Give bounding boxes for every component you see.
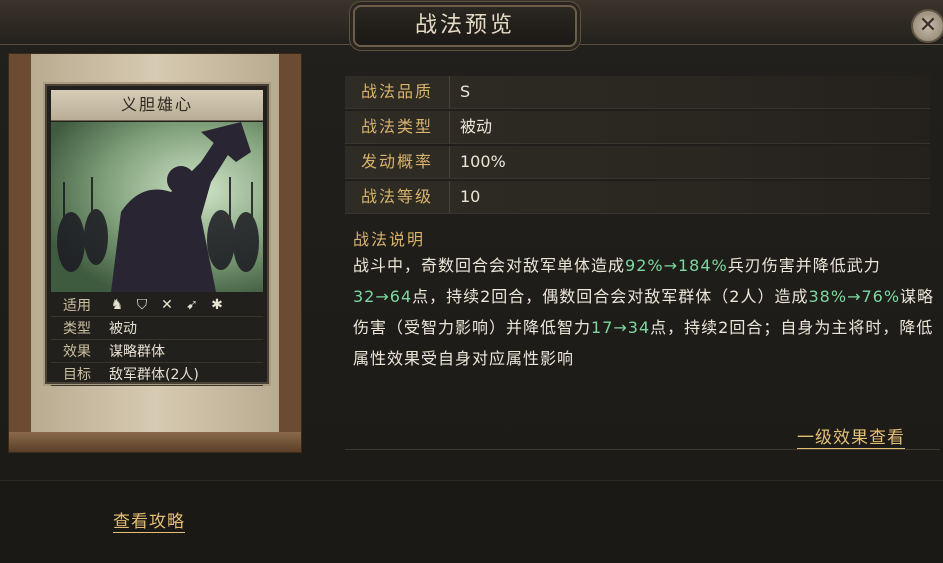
effect-row: 效果 谋略群体 (51, 340, 263, 363)
target-row: 目标 敌军群体(2人) (51, 363, 263, 386)
skill-type-row: 战法类型 被动 (345, 111, 930, 144)
desc-highlight: 38%→76% (808, 287, 901, 306)
skill-type-value: 被动 (460, 117, 493, 136)
trigger-rate-value: 100% (460, 152, 506, 171)
target-label: 目标 (63, 367, 91, 383)
skill-type-label: 战法类型 (345, 111, 450, 143)
view-guide-link[interactable]: 查看攻略 (113, 507, 185, 533)
bow-icon: ✕ (161, 297, 173, 313)
skill-card: 义胆雄心 适用 ♞ ⛉ ✕ ➹ ✱ 类型 被动 效果 谋略群体 目标 敌军群体(… (45, 84, 269, 386)
target-value: 敌军群体(2人) (109, 367, 199, 383)
skill-level-value: 10 (460, 187, 481, 206)
trigger-rate-row: 发动概率 100% (345, 146, 930, 179)
type-value: 被动 (109, 321, 137, 337)
level1-effect-link[interactable]: 一级效果查看 (797, 423, 905, 449)
siege-wheel-icon: ✱ (211, 297, 223, 313)
desc-highlight: 17→34 (591, 318, 651, 337)
divider (345, 449, 940, 450)
desc-part: 点，持续2回合，偶数回合会对敌军群体（2人）造成 (412, 287, 809, 306)
quality-row: 战法品质 S (345, 76, 930, 109)
title-bar: 战法预览 ✕ (0, 0, 943, 47)
skill-preview-screen: 战法预览 ✕ 义胆雄心 适用 ♞ ⛉ ✕ ➹ ✱ 类型 被动 效果 谋略群体 目… (0, 0, 943, 563)
skill-level-label: 战法等级 (345, 181, 450, 213)
applicable-label: 适用 (63, 298, 91, 314)
skill-card-rows: 适用 ♞ ⛉ ✕ ➹ ✱ 类型 被动 效果 谋略群体 目标 敌军群体(2人) (51, 294, 263, 386)
page-title: 战法预览 (414, 13, 515, 38)
trigger-rate-label: 发动概率 (345, 146, 450, 178)
close-button[interactable]: ✕ (911, 9, 943, 43)
skill-level-row: 战法等级 10 (345, 181, 930, 214)
title-plate: 战法预览 (353, 5, 577, 47)
skill-artwork (51, 122, 263, 292)
description-label: 战法说明 (353, 230, 426, 249)
desc-part: 兵刃伤害并降低武力 (727, 256, 881, 275)
skill-name: 义胆雄心 (120, 95, 193, 114)
applicable-row: 适用 ♞ ⛉ ✕ ➹ ✱ (51, 294, 263, 317)
desc-highlight: 32→64 (353, 287, 413, 306)
quality-label: 战法品质 (345, 76, 450, 108)
unit-icons: ♞ ⛉ ✕ ➹ ✱ (103, 297, 263, 313)
quality-value: S (460, 82, 471, 101)
desc-highlight: 92%→184% (625, 256, 728, 275)
shield-icon: ⛉ (136, 297, 148, 313)
spear-icon: ➹ (186, 297, 198, 313)
effect-label: 效果 (63, 344, 91, 360)
close-icon: ✕ (918, 13, 938, 38)
skill-info-table: 战法品质 S 战法类型 被动 发动概率 100% 战法等级 10 (345, 76, 930, 216)
skill-card-header: 义胆雄心 (51, 90, 263, 121)
type-label: 类型 (63, 321, 91, 337)
desc-part: 战斗中，奇数回合会对敌军单体造成 (353, 256, 626, 275)
type-row: 类型 被动 (51, 317, 263, 340)
description-text: 战斗中，奇数回合会对敌军单体造成92%→184%兵刃伤害并降低武力 32→64点，… (353, 250, 938, 374)
cavalry-icon: ♞ (110, 297, 124, 313)
effect-value: 谋略群体 (109, 344, 165, 360)
scroll-rod (9, 432, 301, 452)
